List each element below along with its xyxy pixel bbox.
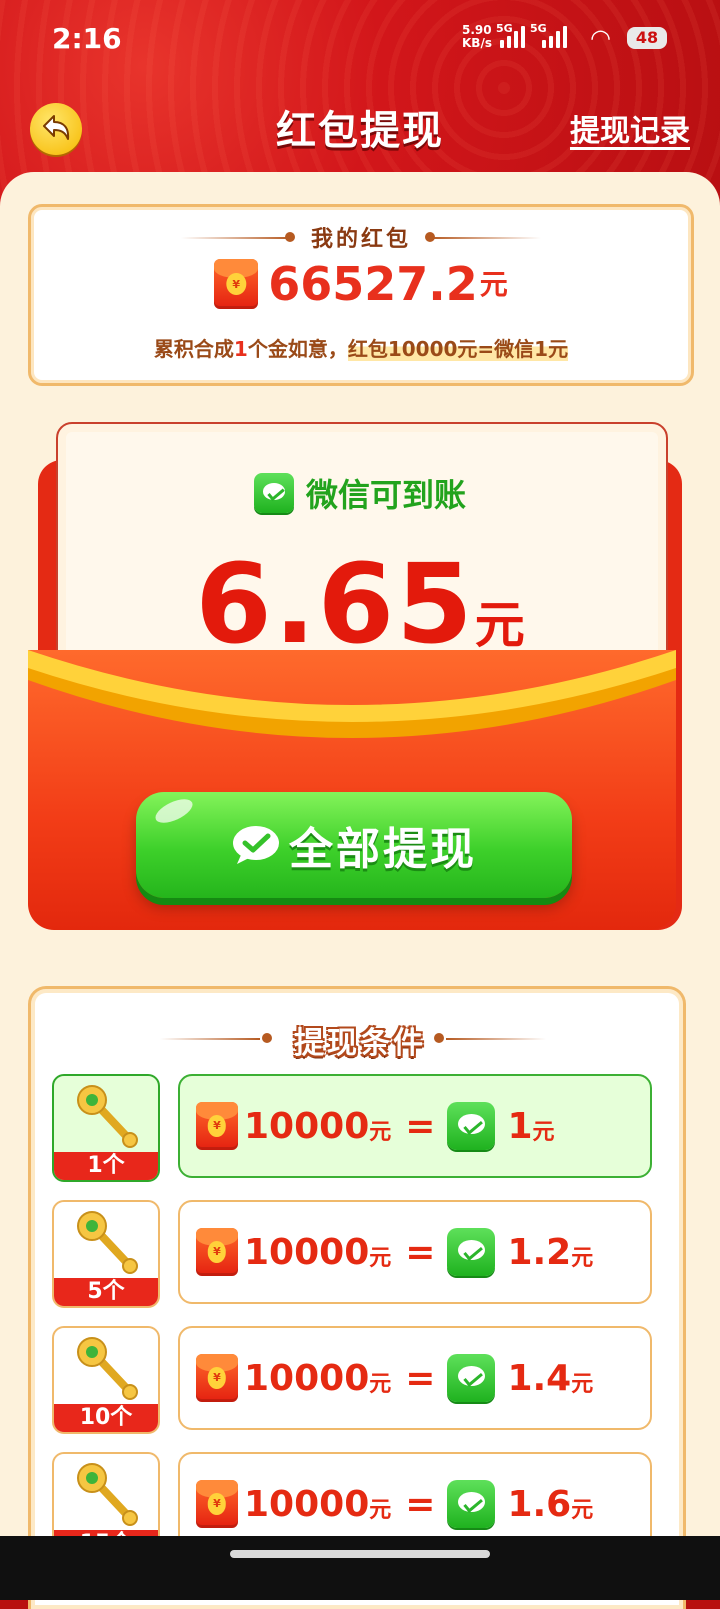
system-nav-bar [0, 1536, 720, 1600]
network-speed: 5.90 KB/s [462, 23, 492, 50]
ruyi-tile: 1个 [52, 1074, 160, 1182]
signal-icon [498, 26, 528, 48]
hongbao-icon [196, 1354, 238, 1402]
wallet-heading: 我的红包 [310, 227, 411, 252]
condition-row[interactable]: 10000元 = 1.4元 [178, 1326, 652, 1430]
wallet-amount: 66527.2 [268, 257, 478, 311]
condition-row[interactable]: 10000元 = 1.2元 [178, 1200, 652, 1304]
ruyi-count: 1个 [54, 1152, 158, 1180]
wechat-receivable-label: 微信可到账 [0, 470, 720, 516]
ruyi-scepter-icon [77, 1085, 138, 1148]
wechat-icon [447, 1228, 496, 1276]
decor-line-right [431, 237, 541, 239]
signal-icon-2 [540, 26, 570, 48]
my-hongbao-card: 我的红包 66527.2 元 累积合成1个金如意，红包10000元=微信1元 [28, 204, 694, 386]
withdraw-all-button[interactable]: 全部提现 [136, 792, 572, 898]
ruyi-scepter-icon [77, 1337, 138, 1400]
home-gesture-pill[interactable] [230, 1550, 490, 1558]
hongbao-icon [196, 1228, 238, 1276]
wechat-icon [447, 1354, 496, 1402]
hongbao-icon [196, 1102, 238, 1150]
ruyi-tile: 5个 [52, 1200, 160, 1308]
ruyi-count: 5个 [54, 1278, 158, 1306]
cond-decor-dot-right [434, 1033, 444, 1043]
payout-amount: 6.65元 [195, 540, 525, 668]
wifi-icon: ◠ [590, 24, 611, 52]
ruyi-scepter-icon [77, 1463, 138, 1526]
wallet-unit: 元 [479, 268, 508, 301]
ruyi-tile: 10个 [52, 1326, 160, 1434]
wechat-icon [447, 1102, 496, 1150]
exchange-rule-note: 累积合成1个金如意，红包10000元=微信1元 [153, 337, 569, 361]
cond-decor-line-right [446, 1038, 546, 1040]
wechat-icon [253, 473, 294, 513]
wechat-icon [447, 1480, 496, 1528]
button-shine [152, 794, 196, 828]
status-time: 2:16 [52, 22, 122, 55]
withdraw-record-link[interactable]: 提现记录 [570, 106, 690, 150]
wechat-bubble-icon [233, 826, 279, 864]
condition-row[interactable]: 10000元 = 1元 [178, 1074, 652, 1178]
battery-icon: 48 [627, 27, 667, 49]
ruyi-scepter-icon [77, 1211, 138, 1274]
conditions-title: 提现条件 [294, 1026, 426, 1061]
wallet-amount-row: 66527.2 元 [31, 257, 691, 311]
ruyi-count: 10个 [54, 1404, 158, 1432]
status-bar: 2:16 5.90 KB/s 5G 5G ◠ 48 [0, 0, 720, 80]
hongbao-icon [196, 1480, 238, 1528]
hongbao-icon [214, 259, 259, 309]
